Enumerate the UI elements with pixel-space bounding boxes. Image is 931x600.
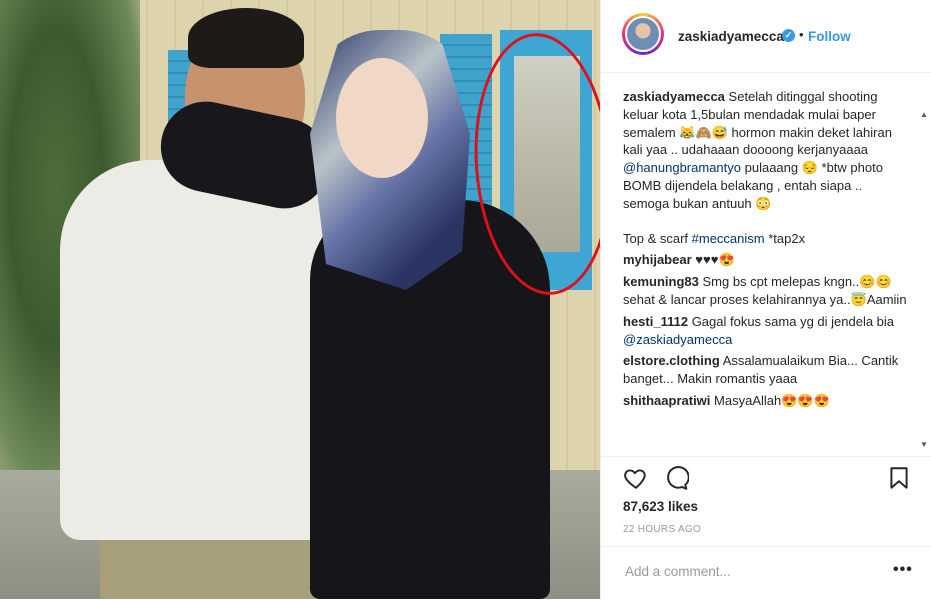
post-side-panel: zaskiadyamecca ✓ • Follow zaskiadyamecca… [600, 0, 931, 599]
scroll-up-arrow-icon[interactable]: ▲ [920, 110, 928, 119]
caption-text-part3: Top & scarf [623, 230, 692, 246]
man-shirt [60, 160, 350, 540]
comment-username[interactable]: myhijabear [623, 252, 692, 267]
likes-count[interactable]: 87,623 likes [623, 499, 698, 514]
caption-mention[interactable]: @hanungbramantyo [623, 160, 741, 175]
more-options-icon[interactable]: ••• [893, 561, 913, 579]
list-item: myhijabear ♥♥♥😍 [623, 251, 911, 269]
comment-username[interactable]: elstore.clothing [623, 353, 720, 368]
comment-username[interactable]: shithaapratiwi [623, 393, 710, 408]
post-header: zaskiadyamecca ✓ • Follow [601, 0, 931, 73]
heart-icon[interactable] [623, 465, 649, 491]
caption-hashtag[interactable]: #meccanism [692, 231, 765, 246]
scroll-down-arrow-icon[interactable]: ▼ [920, 440, 928, 449]
bookmark-icon[interactable] [886, 465, 912, 491]
avatar-story-ring[interactable] [622, 13, 664, 55]
caption-username[interactable]: zaskiadyamecca [623, 89, 725, 104]
separator-dot: • [799, 27, 804, 42]
comment-bubble-icon[interactable] [663, 465, 689, 491]
comment-text: Gagal fokus sama yg di jendela bia [691, 313, 895, 329]
caption-text-part4: *tap2x [764, 230, 806, 246]
comment-input[interactable] [623, 563, 877, 580]
comment-text: ♥♥♥😍 [695, 252, 735, 268]
list-item: shithaapratiwi MasyaAllah😍😍😍 [623, 392, 911, 410]
avatar[interactable] [625, 16, 661, 52]
post-photo[interactable] [0, 0, 600, 599]
caption: zaskiadyamecca Setelah ditinggal shootin… [623, 88, 911, 247]
header-username[interactable]: zaskiadyamecca [678, 29, 784, 44]
follow-button[interactable]: Follow [808, 29, 851, 44]
comments-list[interactable]: zaskiadyamecca Setelah ditinggal shootin… [623, 88, 911, 454]
list-item: kemuning83 Smg bs cpt melepas kngn..😊😊se… [623, 273, 911, 309]
comment-text: MasyaAllah😍😍😍 [714, 392, 830, 408]
comment-username[interactable]: hesti_1112 [623, 314, 688, 329]
comment-username[interactable]: kemuning83 [623, 274, 699, 289]
post-timestamp[interactable]: 22 HOURS AGO [623, 524, 701, 535]
list-item: hesti_1112 Gagal fokus sama yg di jendel… [623, 313, 911, 349]
verified-badge-icon: ✓ [782, 29, 795, 42]
add-comment-bar: ••• [601, 546, 931, 600]
list-item: elstore.clothing Assalamualaikum Bia... … [623, 352, 911, 388]
comment-mention[interactable]: @zaskiadyamecca [623, 332, 732, 347]
man-hair [188, 8, 304, 68]
woman-face [336, 58, 428, 178]
post-actions [601, 456, 931, 497]
